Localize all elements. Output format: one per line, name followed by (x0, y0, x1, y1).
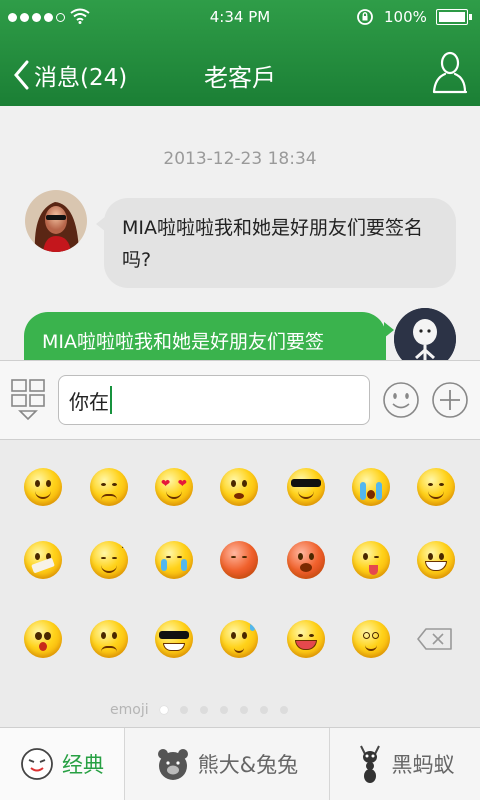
message-input[interactable]: 你在 (58, 375, 370, 425)
orientation-lock-icon (357, 9, 373, 25)
tab-label: 经典 (62, 753, 104, 777)
ant-icon (359, 745, 380, 783)
silenced-emoji-icon[interactable] (24, 541, 62, 579)
crying-emoji-icon[interactable] (352, 468, 390, 506)
laughing-emoji-icon[interactable] (417, 468, 455, 506)
tab-black-ant[interactable]: 黑蚂蚁 (330, 728, 480, 800)
text-cursor (110, 386, 112, 414)
emoji-panel: ❤ ❤ z emoji (0, 440, 480, 727)
message-timestamp: 2013-12-23 18:34 (163, 149, 317, 169)
shy-emoji-icon[interactable] (90, 468, 128, 506)
input-bar: 你在 (0, 360, 480, 440)
smile-emoji-icon[interactable] (24, 468, 62, 506)
sad-emoji-icon[interactable] (220, 541, 258, 579)
tab-classic[interactable]: 经典 (0, 728, 125, 800)
tab-bear-rabbit[interactable]: 熊大&兔兔 (125, 728, 330, 800)
more-apps-icon[interactable] (10, 378, 48, 422)
header-bar: 4:34 PM 100% 消息(24) 老客戶 (0, 0, 480, 106)
user-avatar[interactable] (394, 308, 456, 360)
cool-emoji-icon[interactable] (287, 468, 325, 506)
tab-label: 熊大&兔兔 (197, 753, 299, 777)
chat-area[interactable]: 2013-12-23 18:34 MIA啦啦啦我和她是好朋友们要签名吗? MIA… (0, 106, 480, 360)
sunglasses-emoji-icon[interactable] (155, 620, 193, 658)
angry-emoji-icon[interactable] (220, 468, 258, 506)
status-bar: 4:34 PM 100% (0, 0, 480, 36)
page-title: 老客戶 (204, 64, 276, 92)
grin-emoji-icon[interactable] (417, 541, 455, 579)
page-dot[interactable] (260, 706, 268, 714)
page-dot[interactable] (280, 706, 288, 714)
classic-emoji-icon (21, 748, 53, 780)
tab-label: 黑蚂蚁 (391, 753, 455, 777)
crying-tears-emoji-icon[interactable] (155, 541, 193, 579)
emoji-button-icon[interactable] (382, 381, 420, 419)
outgoing-message-bubble[interactable]: MIA啦啦啦我和她是好朋友们要签 (24, 312, 394, 360)
emoji-page-label: emoji (110, 702, 149, 718)
message-input-text: 你在 (69, 389, 109, 414)
navigation-bar: 消息(24) 老客戶 (0, 38, 480, 106)
page-dot[interactable] (220, 706, 228, 714)
bear-icon (157, 749, 188, 780)
backspace-icon[interactable] (416, 627, 454, 651)
page-dot[interactable] (200, 706, 208, 714)
plus-icon[interactable] (431, 381, 469, 419)
sweat-emoji-icon[interactable] (220, 620, 258, 658)
tongue-emoji-icon[interactable] (352, 541, 390, 579)
incoming-message-bubble[interactable]: MIA啦啦啦我和她是好朋友们要签名吗? (96, 198, 456, 288)
heart-eyes-emoji-icon[interactable]: ❤ ❤ (155, 468, 193, 506)
page-dot[interactable] (180, 706, 188, 714)
angry-red-emoji-icon[interactable] (287, 541, 325, 579)
sleepy-emoji-icon[interactable]: z (90, 541, 128, 579)
emoji-set-tabs: 经典 熊大&兔兔 黑蚂蚁 (0, 727, 480, 800)
frown-emoji-icon[interactable] (90, 620, 128, 658)
profile-icon[interactable] (432, 50, 468, 94)
grin-laugh-emoji-icon[interactable] (287, 620, 325, 658)
page-indicator[interactable] (160, 706, 288, 714)
page-dot[interactable] (240, 706, 248, 714)
page-dot[interactable] (160, 706, 168, 714)
scared-emoji-icon[interactable] (24, 620, 62, 658)
battery-icon (436, 9, 472, 25)
battery-percent: 100% (384, 8, 427, 26)
dizzy-emoji-icon[interactable] (352, 620, 390, 658)
contact-avatar[interactable] (25, 190, 87, 252)
